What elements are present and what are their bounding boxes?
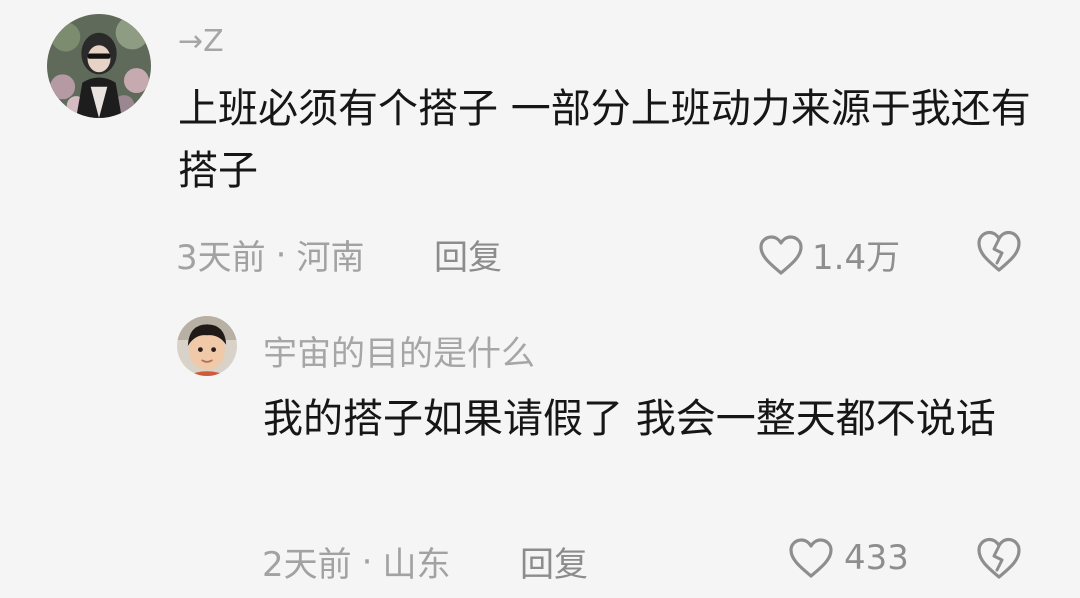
comment-text: 上班必须有个搭子 一部分上班动力来源于我还有搭子 <box>178 86 1031 194</box>
reply-button[interactable]: 回复 <box>520 537 588 586</box>
heart-outline-icon <box>759 234 803 275</box>
broken-heart-icon <box>977 230 1021 272</box>
avatar-woman-photo-icon <box>47 14 151 118</box>
meta-separator: · <box>275 234 287 275</box>
comment-text: 我的搭子如果请假了 我会一整天都不说话 <box>263 396 996 442</box>
comment-location: 河南 <box>296 238 365 278</box>
like-button[interactable]: 1.4万 <box>758 230 900 279</box>
comment-time: 2天前 <box>262 545 352 585</box>
avatar-child-photo-icon <box>177 316 237 376</box>
comment-time: 3天前 <box>176 238 266 278</box>
broken-heart-icon <box>977 537 1021 579</box>
avatar[interactable] <box>47 14 151 118</box>
meta-separator: · <box>361 541 373 582</box>
comment-meta: 2天前 · 山东 <box>262 537 450 586</box>
comment-location: 山东 <box>382 545 451 585</box>
username[interactable]: 宇宙的目的是什么 <box>263 326 535 375</box>
like-count: 433 <box>844 538 909 578</box>
reply-button[interactable]: 回复 <box>434 230 502 279</box>
heart-outline-icon <box>789 538 833 578</box>
avatar[interactable] <box>177 316 237 376</box>
comment-meta: 3天前 · 河南 <box>176 230 364 279</box>
like-count: 1.4万 <box>812 238 901 278</box>
username[interactable]: →Z <box>178 24 224 59</box>
dislike-button[interactable] <box>975 229 1023 273</box>
like-button[interactable]: 433 <box>788 537 909 579</box>
dislike-button[interactable] <box>975 536 1023 580</box>
